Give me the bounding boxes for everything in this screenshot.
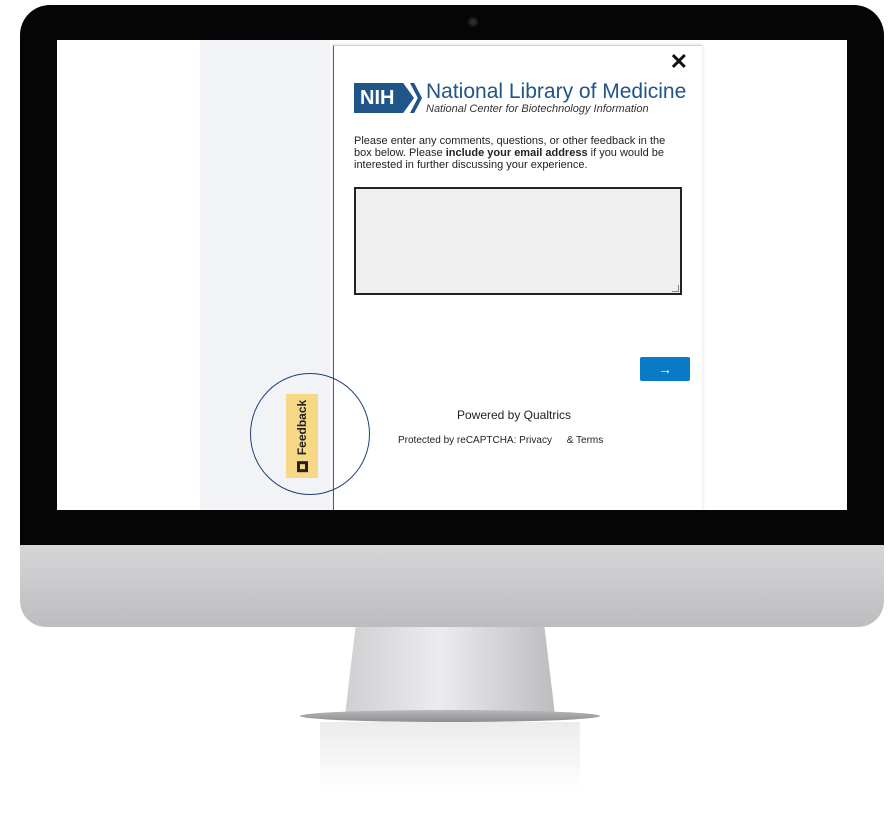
intro-text-bold: include your email address: [445, 147, 588, 159]
feedback-modal: ✕ NIH National Library of Medicine Natio…: [333, 45, 702, 510]
terms-link[interactable]: & Terms: [567, 435, 604, 446]
next-button[interactable]: →: [640, 357, 690, 381]
highlight-circle: [250, 373, 370, 495]
monitor-stand: [345, 627, 555, 715]
stand-reflection: [320, 722, 580, 792]
nih-badge: NIH: [354, 83, 414, 113]
feedback-textarea[interactable]: [354, 187, 682, 295]
nlm-logo: NIH National Library of Medicine Nationa…: [354, 80, 694, 120]
logo-title: National Library of Medicine: [426, 80, 687, 103]
recaptcha-prefix: Protected by reCAPTCHA:: [398, 435, 517, 446]
powered-by-qualtrics: Powered by Qualtrics: [456, 408, 572, 422]
monitor-stand-base: [300, 710, 600, 722]
close-button[interactable]: ✕: [670, 50, 688, 74]
screen: ✕ NIH National Library of Medicine Natio…: [57, 40, 847, 510]
monitor-chin: [20, 545, 884, 627]
logo-subtitle: National Center for Biotechnology Inform…: [426, 103, 649, 115]
privacy-link[interactable]: Privacy: [519, 435, 552, 446]
intro-text: Please enter any comments, questions, or…: [354, 135, 679, 171]
camera-icon: [468, 17, 478, 27]
recaptcha-notice: Protected by reCAPTCHA: Privacy & Terms: [398, 435, 603, 446]
